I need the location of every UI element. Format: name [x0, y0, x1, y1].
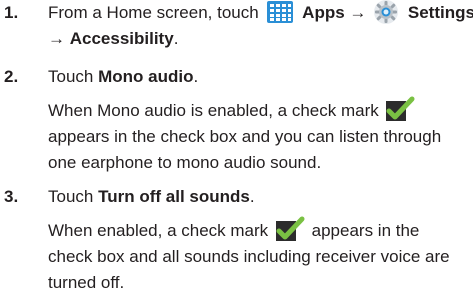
- step-3-desc-line-2: check box and all sounds including recei…: [48, 244, 450, 270]
- step-1-lead: From a Home screen, touch: [48, 3, 259, 22]
- step-3-lead: Touch: [48, 187, 94, 206]
- step-3-desc-line-3: turned off.: [48, 270, 124, 296]
- settings-gear-icon: [373, 0, 399, 25]
- step-2-desc-3: one earphone to mono audio sound.: [48, 153, 322, 172]
- checkbox-checked-icon: [275, 216, 305, 242]
- step-2-desc-line-3: one earphone to mono audio sound.: [48, 150, 321, 176]
- step-2-lead: Touch: [48, 67, 94, 86]
- step-2: 2. Touch Mono audio. When Mono audio is …: [0, 64, 473, 172]
- step-2-desc-2: appears in the check box and you can lis…: [48, 127, 442, 146]
- step-3-desc-2: check box and all sounds including recei…: [48, 247, 450, 266]
- step-2-desc-line-2: appears in the check box and you can lis…: [48, 124, 441, 150]
- step-2-desc-line-1: When Mono audio is enabled, a check mark: [48, 96, 417, 125]
- accessibility-label: Accessibility: [69, 29, 174, 48]
- apps-grid-icon: [267, 0, 294, 23]
- step-1-end: .: [173, 29, 179, 48]
- step-3-desc-1b: appears in the: [311, 221, 420, 240]
- step-1-line-2: → Accessibility.: [48, 26, 178, 52]
- mono-audio-label: Mono audio: [98, 67, 194, 86]
- step-3-desc-1a: When enabled, a check mark: [48, 221, 269, 240]
- apps-label: Apps: [302, 3, 345, 22]
- step-3-line-1: Touch Turn off all sounds.: [48, 184, 255, 210]
- step-number: 2.: [4, 67, 19, 86]
- step-3: 3. Touch Turn off all sounds. When enabl…: [0, 184, 473, 304]
- arrow-icon: →: [48, 29, 65, 48]
- step-2-end: .: [193, 67, 199, 86]
- settings-label: Settings: [407, 3, 473, 22]
- step-number: 3.: [4, 187, 19, 206]
- step-3-desc-3: turned off.: [48, 273, 125, 292]
- turn-off-all-sounds-label: Turn off all sounds: [98, 187, 250, 206]
- step-1-line-1: From a Home screen, touch Apps → Setting…: [48, 0, 473, 27]
- checkbox-checked-icon: [385, 96, 415, 122]
- step-1: 1. From a Home screen, touch Apps → Sett…: [0, 0, 473, 56]
- step-3-end: .: [249, 187, 255, 206]
- step-2-line-1: Touch Mono audio.: [48, 64, 198, 90]
- step-3-desc-line-1: When enabled, a check mark appears in th…: [48, 216, 420, 245]
- arrow-icon: →: [349, 3, 367, 22]
- step-number: 1.: [4, 3, 19, 22]
- step-2-desc-1: When Mono audio is enabled, a check mark: [48, 101, 379, 120]
